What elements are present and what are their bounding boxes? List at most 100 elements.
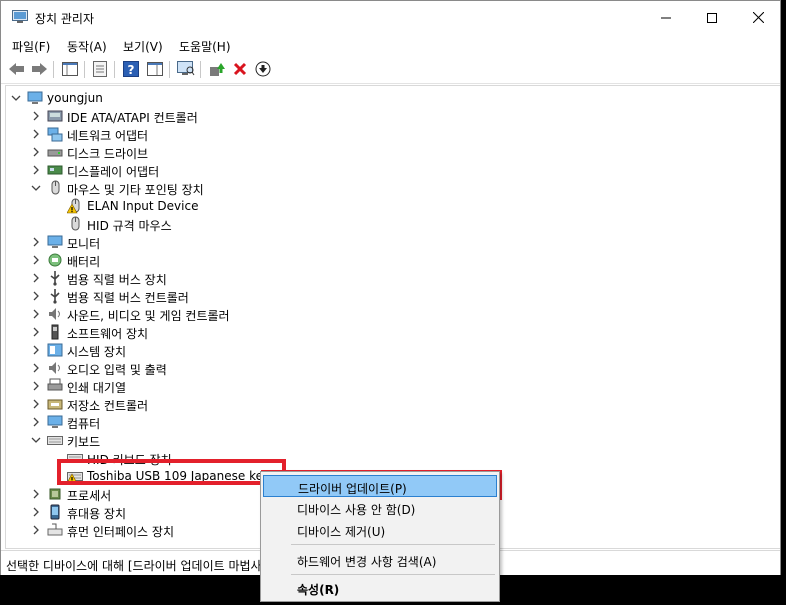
menu-file[interactable]: 파일(F) xyxy=(12,38,50,55)
back-button[interactable] xyxy=(7,60,27,78)
tree-category-label: 마우스 및 기타 포인팅 장치 xyxy=(67,183,204,197)
action-pane-button[interactable] xyxy=(145,60,165,78)
tree-category-row[interactable]: 시스템 장치 xyxy=(6,341,776,359)
ctx-update-driver[interactable]: 드라이버 업데이트(P) xyxy=(263,475,497,497)
tree-category-row[interactable]: 키보드 xyxy=(6,431,776,449)
tree-category-row[interactable]: 네트워크 어댑터 xyxy=(6,125,776,143)
chevron-right-icon[interactable] xyxy=(31,380,41,392)
chevron-right-icon[interactable] xyxy=(31,488,41,500)
tree-category-label: 컴퓨터 xyxy=(67,417,101,431)
tree-category-label: 오디오 입력 및 출력 xyxy=(67,363,167,377)
display-adapter-icon xyxy=(47,162,63,178)
chevron-down-icon[interactable] xyxy=(11,92,21,104)
ctx-uninstall-device[interactable]: 디바이스 제거(U) xyxy=(263,519,497,541)
software-device-icon xyxy=(47,324,63,340)
ctx-separator xyxy=(291,574,495,575)
chevron-right-icon[interactable] xyxy=(31,506,41,518)
tree-category-row[interactable]: 배터리 xyxy=(6,251,776,269)
chevron-right-icon[interactable] xyxy=(31,290,41,302)
hid-icon xyxy=(47,522,63,538)
show-hide-console-tree-button[interactable] xyxy=(60,60,80,78)
tree-category-row[interactable]: 사운드, 비디오 및 게임 컨트롤러 xyxy=(6,305,776,323)
ctx-item-label: 하드웨어 변경 사항 검색(A) xyxy=(297,555,437,569)
tree-category-label: 디스플레이 어댑터 xyxy=(67,165,160,179)
chevron-right-icon[interactable] xyxy=(31,110,41,122)
printer-icon xyxy=(47,378,63,394)
tree-category-row[interactable]: 오디오 입력 및 출력 xyxy=(6,359,776,377)
tree-category-label: 디스크 드라이브 xyxy=(67,147,149,161)
forward-button[interactable] xyxy=(29,60,49,78)
uninstall-device-button[interactable] xyxy=(230,60,250,78)
mouse-icon xyxy=(47,180,63,196)
ctx-disable-device[interactable]: 디바이스 사용 안 함(D) xyxy=(263,497,497,519)
chevron-right-icon[interactable] xyxy=(31,254,41,266)
ctx-item-label: 디바이스 사용 안 함(D) xyxy=(297,503,416,517)
tree-category-row[interactable]: 마우스 및 기타 포인팅 장치 xyxy=(6,179,776,197)
usb-icon xyxy=(47,270,63,286)
close-button[interactable] xyxy=(735,1,781,34)
highlight-selected-device xyxy=(57,459,286,485)
tree-category-row[interactable]: 모니터 xyxy=(6,233,776,251)
chevron-right-icon[interactable] xyxy=(31,362,41,374)
toolbar-separator xyxy=(169,61,170,78)
maximize-button[interactable] xyxy=(689,1,735,34)
tree-category-label: 인쇄 대기열 xyxy=(67,381,127,395)
ctx-item-label: 디바이스 제거(U) xyxy=(297,525,386,539)
ctx-properties[interactable]: 속성(R) xyxy=(263,577,497,599)
mouse-warning-icon xyxy=(66,198,83,214)
scan-hardware-button[interactable] xyxy=(176,60,196,78)
down-arrow-circle-icon xyxy=(255,61,271,77)
ctx-item-label: 드라이버 업데이트(P) xyxy=(298,482,407,496)
tree-category-label: 범용 직렬 버스 컨트롤러 xyxy=(67,291,189,305)
chevron-right-icon[interactable] xyxy=(31,326,41,338)
menu-action[interactable]: 동작(A) xyxy=(67,38,107,55)
chevron-right-icon[interactable] xyxy=(31,164,41,176)
tree-device-row[interactable]: HID 규격 마우스 xyxy=(6,215,776,233)
menu-help[interactable]: 도움말(H) xyxy=(179,38,231,55)
ctx-scan-hardware[interactable]: 하드웨어 변경 사항 검색(A) xyxy=(263,549,497,571)
properties-icon xyxy=(93,61,107,77)
help-button[interactable]: ? xyxy=(121,60,141,78)
help-icon: ? xyxy=(123,61,139,77)
update-driver-button[interactable] xyxy=(207,60,227,78)
tree-category-row[interactable]: 인쇄 대기열 xyxy=(6,377,776,395)
chevron-right-icon[interactable] xyxy=(31,524,41,536)
tree-category-row[interactable]: 디스플레이 어댑터 xyxy=(6,161,776,179)
chevron-right-icon[interactable] xyxy=(31,146,41,158)
toolbar-separator xyxy=(114,61,115,78)
chevron-down-icon[interactable] xyxy=(31,434,41,446)
title-bar: 장치 관리자 xyxy=(1,1,780,34)
chevron-down-icon[interactable] xyxy=(31,182,41,194)
ctx-item-label: 속성(R) xyxy=(297,583,340,597)
tree-category-label: 네트워크 어댑터 xyxy=(67,129,149,143)
menu-view[interactable]: 보기(V) xyxy=(123,38,163,55)
forward-arrow-icon xyxy=(32,63,47,75)
chevron-right-icon[interactable] xyxy=(31,236,41,248)
disk-drive-icon xyxy=(47,144,63,160)
toolbar-separator xyxy=(200,61,201,78)
chevron-right-icon[interactable] xyxy=(31,344,41,356)
tree-device-row[interactable]: ELAN Input Device xyxy=(6,197,776,215)
tree-category-row[interactable]: 컴퓨터 xyxy=(6,413,776,431)
tree-root[interactable]: youngjun xyxy=(6,89,776,107)
minimize-button[interactable] xyxy=(643,1,689,34)
chevron-right-icon[interactable] xyxy=(31,308,41,320)
status-text: 선택한 디바이스에 대해 [드라이버 업데이트 마법사를 xyxy=(6,559,273,573)
properties-button[interactable] xyxy=(90,60,110,78)
context-menu: 드라이버 업데이트(P) 디바이스 사용 안 함(D) 디바이스 제거(U) 하… xyxy=(260,471,500,602)
tree-category-row[interactable]: 범용 직렬 버스 장치 xyxy=(6,269,776,287)
tree-category-row[interactable]: 소프트웨어 장치 xyxy=(6,323,776,341)
tree-category-row[interactable]: IDE ATA/ATAPI 컨트롤러 xyxy=(6,107,776,125)
chevron-right-icon[interactable] xyxy=(31,416,41,428)
tree-category-label: 시스템 장치 xyxy=(67,345,127,359)
mouse-icon xyxy=(67,216,83,232)
chevron-right-icon[interactable] xyxy=(31,398,41,410)
tree-category-row[interactable]: 저장소 컨트롤러 xyxy=(6,395,776,413)
chevron-right-icon[interactable] xyxy=(31,272,41,284)
tree-category-row[interactable]: 디스크 드라이브 xyxy=(6,143,776,161)
disable-device-button[interactable] xyxy=(253,60,273,78)
action-pane-icon xyxy=(147,62,163,76)
tree-category-row[interactable]: 범용 직렬 버스 컨트롤러 xyxy=(6,287,776,305)
chevron-right-icon[interactable] xyxy=(31,128,41,140)
battery-icon xyxy=(47,252,63,268)
